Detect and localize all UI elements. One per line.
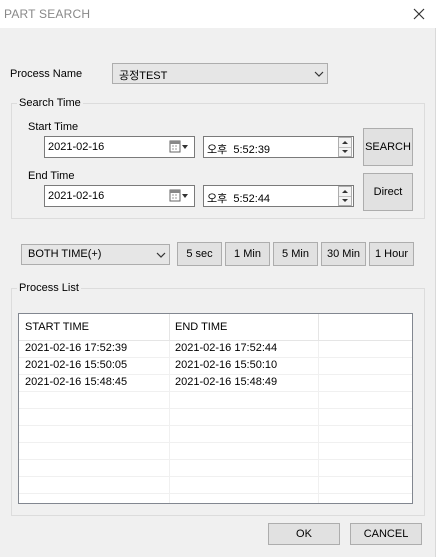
title-bar: PART SEARCH <box>0 0 436 28</box>
quick-5sec-button[interactable]: 5 sec <box>177 242 222 266</box>
end-time-field[interactable]: 오후 5:52:44 <box>203 185 354 207</box>
row-end-time: 2021-02-16 15:50:10 <box>175 359 278 371</box>
empty-row <box>19 425 412 443</box>
close-icon[interactable] <box>408 4 430 24</box>
search-time-title: Search Time <box>17 97 83 109</box>
chevron-down-icon <box>156 252 166 258</box>
quick-1min-button[interactable]: 1 Min <box>225 242 270 266</box>
start-time-field[interactable]: 오후 5:52:39 <box>203 136 354 158</box>
row-end-time: 2021-02-16 15:48:49 <box>175 376 278 388</box>
process-name-label: Process Name <box>10 68 83 80</box>
quick-1hour-button[interactable]: 1 Hour <box>369 242 414 266</box>
direct-button[interactable]: Direct <box>363 173 413 211</box>
cancel-button[interactable]: CANCEL <box>350 523 422 545</box>
header-separator[interactable] <box>169 314 170 340</box>
column-header-start-time[interactable]: START TIME <box>25 321 89 333</box>
empty-row <box>19 442 412 460</box>
search-button[interactable]: SEARCH <box>363 128 413 166</box>
end-time-label: End Time <box>28 170 75 182</box>
start-date-picker[interactable]: 2021-02-16 <box>44 136 195 158</box>
spin-down-icon[interactable] <box>339 196 351 205</box>
list-item[interactable]: 2021-02-16 17:52:39 2021-02-16 17:52:44 <box>19 340 412 358</box>
empty-row <box>19 391 412 409</box>
row-start-time: 2021-02-16 17:52:39 <box>25 342 128 354</box>
quick-1min-label: 1 Min <box>234 248 261 260</box>
process-name-value: 공정TEST <box>119 70 168 82</box>
empty-row <box>19 459 412 477</box>
chevron-down-icon <box>314 71 324 77</box>
start-time-value: 오후 5:52:39 <box>207 144 271 156</box>
start-date-value: 2021-02-16 <box>48 141 105 153</box>
process-list-title: Process List <box>17 282 81 294</box>
column-header-end-time[interactable]: END TIME <box>175 321 227 333</box>
spin-down-icon[interactable] <box>339 147 351 156</box>
row-start-time: 2021-02-16 15:50:05 <box>25 359 128 371</box>
row-start-time: 2021-02-16 15:48:45 <box>25 376 128 388</box>
time-mode-value: BOTH TIME(+) <box>28 248 102 260</box>
end-time-value: 오후 5:52:44 <box>207 193 271 205</box>
start-time-label: Start Time <box>28 121 79 133</box>
list-item[interactable]: 2021-02-16 15:50:05 2021-02-16 15:50:10 <box>19 357 412 375</box>
time-mode-select[interactable]: BOTH TIME(+) <box>21 244 170 265</box>
part-search-dialog: PART SEARCH Process Name 공정TEST Search T… <box>0 0 436 557</box>
direct-button-label: Direct <box>373 186 403 198</box>
quick-1hour-label: 1 Hour <box>374 248 409 260</box>
ok-button[interactable]: OK <box>268 523 340 545</box>
calendar-dropdown-icon <box>169 140 188 153</box>
list-item[interactable]: 2021-02-16 15:48:45 2021-02-16 15:48:49 <box>19 374 412 392</box>
calendar-dropdown-icon <box>169 189 188 202</box>
quick-5min-button[interactable]: 5 Min <box>273 242 318 266</box>
header-separator[interactable] <box>318 314 319 340</box>
cancel-button-label: CANCEL <box>363 528 409 540</box>
empty-row <box>19 476 412 494</box>
end-date-value: 2021-02-16 <box>48 190 105 202</box>
quick-30min-button[interactable]: 30 Min <box>321 242 366 266</box>
start-time-spinner[interactable] <box>338 137 352 157</box>
window-title: PART SEARCH <box>4 7 91 21</box>
end-date-picker[interactable]: 2021-02-16 <box>44 185 195 207</box>
process-name-select[interactable]: 공정TEST <box>112 63 328 84</box>
search-button-label: SEARCH <box>365 141 411 153</box>
quick-5min-label: 5 Min <box>282 248 309 260</box>
quick-30min-label: 30 Min <box>326 248 361 260</box>
ok-button-label: OK <box>296 528 312 540</box>
empty-row <box>19 408 412 426</box>
process-list-view[interactable]: START TIME END TIME 2021-02-16 17:52:39 … <box>18 313 413 504</box>
quick-5sec-label: 5 sec <box>186 248 213 260</box>
end-time-spinner[interactable] <box>338 186 352 206</box>
row-end-time: 2021-02-16 17:52:44 <box>175 342 278 354</box>
list-header: START TIME END TIME <box>19 314 412 341</box>
